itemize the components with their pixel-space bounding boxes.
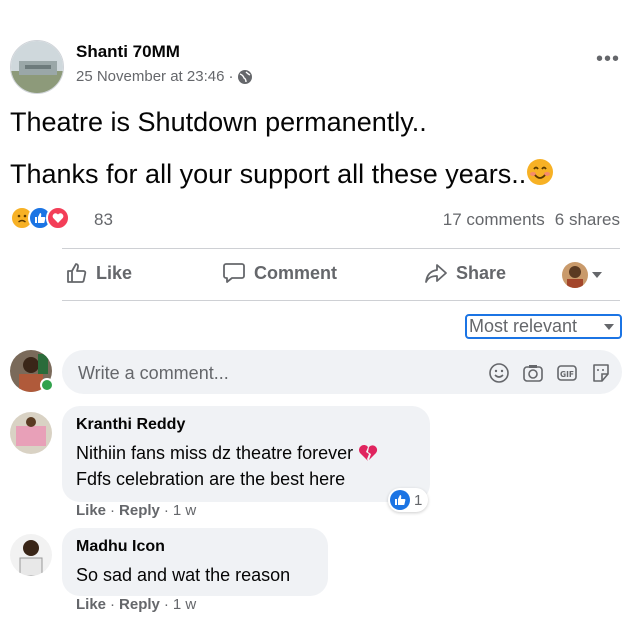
comment-label: Comment bbox=[254, 262, 338, 283]
post-actions: Like Comment Share bbox=[62, 252, 620, 298]
avatar[interactable] bbox=[10, 412, 52, 454]
meta-separator: · bbox=[163, 502, 169, 519]
thumbs-up-icon bbox=[67, 263, 87, 283]
comment-input[interactable]: Write a comment... GIF bbox=[62, 350, 622, 394]
globe-icon[interactable] bbox=[237, 69, 253, 85]
gif-icon[interactable]: GIF bbox=[556, 362, 578, 384]
post-header: Shanti 70MM 25 November at 23:46 · ••• bbox=[10, 40, 630, 96]
broken-heart-icon bbox=[359, 445, 378, 461]
meta-separator: · bbox=[163, 596, 169, 613]
comment-sort-dropdown[interactable]: Most relevant bbox=[465, 314, 622, 339]
caret-down-icon bbox=[604, 323, 614, 330]
comment-meta: Like · Reply · 1 w bbox=[76, 502, 196, 519]
share-label: Share bbox=[456, 262, 507, 283]
page-name[interactable]: Shanti 70MM bbox=[76, 42, 180, 62]
comment-bubble: Madhu Icon So sad and wat the reason bbox=[62, 528, 328, 596]
reaction-count[interactable]: 83 bbox=[94, 210, 113, 230]
sort-label: Most relevant bbox=[469, 316, 578, 336]
more-options-icon[interactable]: ••• bbox=[596, 48, 620, 71]
camera-icon[interactable] bbox=[522, 362, 544, 384]
comment-item: Madhu Icon So sad and wat the reason Lik… bbox=[10, 528, 622, 628]
comment-item: Kranthi Reddy Nithiin fans miss dz theat… bbox=[10, 406, 622, 522]
comment-time[interactable]: 1 w bbox=[173, 596, 196, 613]
like-button[interactable]: Like bbox=[66, 262, 132, 284]
share-button[interactable]: Share bbox=[424, 262, 506, 284]
like-icon bbox=[390, 490, 410, 510]
divider bbox=[62, 300, 620, 301]
comment-text: So sad and wat the reason bbox=[76, 565, 291, 585]
comment-text-line-1: Nithiin fans miss dz theatre forever bbox=[76, 440, 416, 466]
comment-reply-link[interactable]: Reply bbox=[119, 502, 160, 519]
comment-like-link[interactable]: Like bbox=[76, 596, 106, 613]
react-as-selector[interactable] bbox=[562, 262, 602, 288]
post-meta: 25 November at 23:46 · bbox=[76, 68, 253, 85]
comment-meta: Like · Reply · 1 w bbox=[76, 596, 196, 613]
smiling-emoji-icon bbox=[527, 159, 554, 185]
meta-separator: · bbox=[110, 596, 116, 613]
emoji-icon[interactable] bbox=[488, 362, 510, 384]
comments-shares: 17 comments 6 shares bbox=[443, 210, 620, 230]
svg-text:GIF: GIF bbox=[560, 370, 574, 379]
comment-time[interactable]: 1 w bbox=[173, 502, 196, 519]
shares-count[interactable]: 6 shares bbox=[555, 210, 620, 230]
comment-text-line-2: Fdfs celebration are the best here bbox=[76, 469, 346, 489]
reaction-icons[interactable] bbox=[10, 206, 70, 230]
avatar[interactable] bbox=[10, 534, 52, 576]
comment-reply-link[interactable]: Reply bbox=[119, 596, 160, 613]
comment-bubble: Kranthi Reddy Nithiin fans miss dz theat… bbox=[62, 406, 430, 502]
comment-placeholder: Write a comment... bbox=[78, 363, 229, 383]
comments-count[interactable]: 17 comments bbox=[443, 210, 545, 230]
like-label: Like bbox=[96, 262, 133, 283]
composer-icons: GIF bbox=[488, 362, 612, 384]
chevron-down-icon bbox=[592, 272, 602, 278]
comment-text: Nithiin fans miss dz theatre forever bbox=[76, 443, 354, 463]
post-text-line-2: Thanks for all your support all these ye… bbox=[10, 158, 630, 190]
sticker-icon[interactable] bbox=[590, 362, 612, 384]
comment-button[interactable]: Comment bbox=[222, 262, 337, 284]
post-text-line-2-text: Thanks for all your support all these ye… bbox=[10, 159, 527, 189]
comment-composer: Write a comment... GIF bbox=[10, 348, 622, 396]
online-status-dot bbox=[40, 378, 54, 392]
comment-reaction-badge[interactable]: 1 bbox=[388, 488, 429, 512]
comment-icon bbox=[223, 263, 245, 283]
divider bbox=[62, 248, 620, 249]
love-icon bbox=[46, 206, 70, 230]
post-text-line-1: Theatre is Shutdown permanently.. bbox=[10, 107, 427, 137]
comment-author[interactable]: Kranthi Reddy bbox=[76, 416, 416, 434]
meta-separator: · bbox=[110, 502, 116, 519]
comment-author[interactable]: Madhu Icon bbox=[76, 538, 314, 556]
meta-separator: · bbox=[228, 68, 234, 85]
share-icon bbox=[425, 264, 447, 283]
comment-reaction-count: 1 bbox=[414, 491, 423, 509]
page-avatar[interactable] bbox=[10, 40, 64, 94]
comment-like-link[interactable]: Like bbox=[76, 502, 106, 519]
post-timestamp[interactable]: 25 November at 23:46 bbox=[76, 68, 224, 85]
reactions-summary: 83 17 comments 6 shares bbox=[10, 204, 620, 234]
avatar bbox=[562, 262, 588, 288]
